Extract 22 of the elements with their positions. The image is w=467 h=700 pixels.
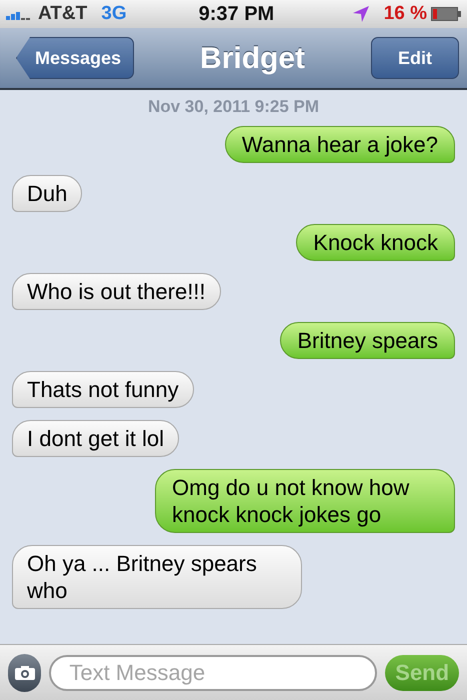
edit-button[interactable]: Edit xyxy=(371,37,459,79)
timestamp: Nov 30, 2011 9:25 PM xyxy=(148,96,320,118)
message-bubble: Thats not funny xyxy=(12,370,194,408)
camera-button[interactable] xyxy=(8,654,42,692)
message-bubble: Omg do u not know how knock knock jokes go xyxy=(155,468,455,532)
message-bubble: Who is out there!!! xyxy=(12,272,221,310)
message-bubble: Knock knock xyxy=(296,224,455,260)
message-bubble: Oh ya ... Britney spears who xyxy=(12,544,302,608)
message-bubble: Wanna hear a joke? xyxy=(224,126,455,162)
message-bubble: Duh xyxy=(12,174,82,212)
battery-icon xyxy=(431,7,461,21)
battery-percent: 16 % xyxy=(384,2,427,26)
camera-icon xyxy=(14,664,36,680)
message-input[interactable]: Text Message xyxy=(49,654,378,690)
network-type: 3G xyxy=(101,2,127,26)
message-bubble: I dont get it lol xyxy=(12,420,179,456)
carrier-name: AT&T xyxy=(38,2,88,26)
clock-time: 9:37 PM xyxy=(198,2,274,27)
location-arrow-icon xyxy=(352,5,370,23)
contact-name: Bridget xyxy=(200,40,306,76)
back-button[interactable]: Messages xyxy=(16,37,134,79)
message-bubble: Britney spears xyxy=(280,322,455,358)
